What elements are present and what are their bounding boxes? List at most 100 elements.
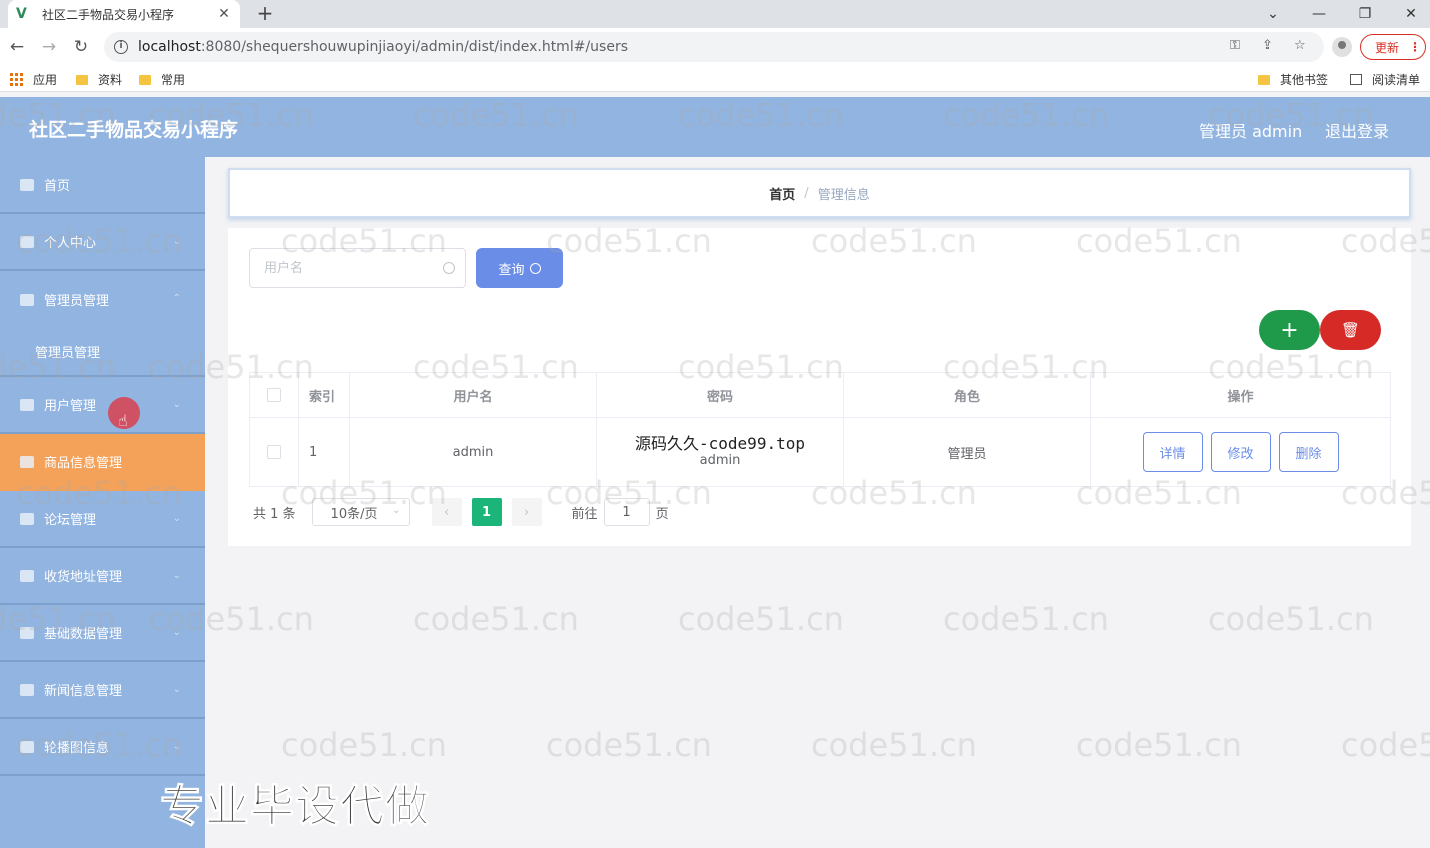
share-icon[interactable]: ⇪ <box>1262 38 1273 53</box>
column-header-index: 索引 <box>299 373 350 417</box>
checkbox[interactable] <box>267 388 281 402</box>
chevron-down-icon: ⌄ <box>172 513 181 524</box>
query-button[interactable]: 查询 <box>476 248 563 288</box>
briefcase-icon <box>20 293 34 306</box>
column-header-password: 密码 <box>597 373 844 417</box>
folder-icon <box>139 74 151 85</box>
cell-role: 管理员 <box>844 418 1091 486</box>
table-row: 1 admin 源码久久-code99.top admin 管理员 详情 修改 … <box>250 418 1390 486</box>
edit-button[interactable]: 修改 <box>1210 432 1271 472</box>
header-select-all[interactable] <box>250 373 299 417</box>
chevron-down-icon: ⌄ <box>172 399 181 410</box>
watermark: code51.cn <box>1208 600 1374 638</box>
chevron-down-icon: ⌄ <box>172 741 181 752</box>
search-icon <box>529 262 541 274</box>
cell-actions: 详情 修改 删除 <box>1091 418 1390 486</box>
batch-delete-button[interactable]: 🗑 <box>1320 310 1381 350</box>
logout-link[interactable]: 退出登录 <box>1325 118 1389 142</box>
reading-list[interactable]: 阅读清单 <box>1350 71 1420 88</box>
next-page-button[interactable]: › <box>511 498 542 526</box>
power-icon <box>20 683 34 696</box>
watermark: code51.cn <box>413 600 579 638</box>
user-icon <box>20 455 34 468</box>
content-card: 查询 + 🗑 索引 用户名 密码 角色 操作 1 admin 源码久久-code… <box>228 228 1411 546</box>
search-field[interactable] <box>249 248 466 288</box>
bookmark-star-icon[interactable]: ☆ <box>1294 38 1306 53</box>
search-icon <box>443 262 455 274</box>
sidebar-item-goods[interactable]: 商品信息管理 <box>0 434 205 491</box>
hand-cursor-icon: ☝ <box>118 411 128 430</box>
tab-title: 社区二手物品交易小程序 <box>42 7 175 22</box>
sidebar-item-carousel[interactable]: 轮播图信息 ⌄ <box>0 719 205 776</box>
watermark: code51.cn <box>1076 726 1242 764</box>
app-header: 社区二手物品交易小程序 管理员 admin 退出登录 <box>0 97 1430 157</box>
bookmark-folder[interactable]: 常用 <box>139 71 185 88</box>
sidebar-item-admin[interactable]: 管理员管理 ⌃ <box>0 271 205 328</box>
breadcrumb-separator: / <box>804 185 809 201</box>
new-tab-icon[interactable]: + <box>254 2 276 24</box>
vue-logo-icon: V <box>16 6 27 22</box>
tab-search-icon[interactable]: ⌄ <box>1250 0 1296 28</box>
watermark: code51.cn <box>943 600 1109 638</box>
bookmark-folder[interactable]: 资料 <box>76 71 122 88</box>
reading-list-icon <box>1350 74 1362 85</box>
delete-button[interactable]: 删除 <box>1278 432 1339 472</box>
sidebar-subitem-admin[interactable]: 管理员管理 <box>0 327 205 377</box>
checkbox[interactable] <box>267 445 281 459</box>
app-title: 社区二手物品交易小程序 <box>29 119 239 141</box>
sidebar-item-home[interactable]: 首页 <box>0 157 205 214</box>
watermark: code51.cn <box>1341 726 1430 764</box>
row-select[interactable] <box>250 418 299 486</box>
browser-tab[interactable]: V 社区二手物品交易小程序 ✕ <box>8 0 240 28</box>
back-icon[interactable]: ← <box>6 36 28 58</box>
url-text: localhost:8080/shequershouwupinjiaoyi/ad… <box>138 39 628 55</box>
watermark: code51.cn <box>546 726 712 764</box>
chevron-down-icon: ⌄ <box>392 505 401 516</box>
breadcrumb-home[interactable]: 首页 <box>769 184 795 203</box>
watermark: code51.cn <box>281 726 447 764</box>
address-bar[interactable]: i localhost:8080/shequershouwupinjiaoyi/… <box>104 32 1324 62</box>
apps-grid-icon <box>10 73 23 86</box>
cell-username: admin <box>350 418 597 486</box>
cell-password: 源码久久-code99.top admin <box>597 418 844 486</box>
bookmark-other[interactable]: 其他书签 <box>1258 71 1328 88</box>
breadcrumb: 首页 / 管理信息 <box>228 168 1411 218</box>
sidebar-item-news[interactable]: 新闻信息管理 ⌄ <box>0 662 205 719</box>
prev-page-button[interactable]: ‹ <box>431 498 462 526</box>
browser-tabbar: V 社区二手物品交易小程序 ✕ + ⌄ — ❐ ✕ <box>0 0 1430 28</box>
list-icon <box>20 512 34 525</box>
table-header-row: 索引 用户名 密码 角色 操作 <box>250 373 1390 418</box>
pagination: 共 1 条 10条/页 ⌄ ‹ 1 › 前往 1 页 <box>253 498 669 526</box>
bookmark-apps[interactable]: 应用 <box>10 71 57 88</box>
sidebar-item-forum[interactable]: 论坛管理 ⌄ <box>0 491 205 548</box>
home-icon <box>20 178 34 191</box>
close-tab-icon[interactable]: ✕ <box>216 6 232 22</box>
reload-icon[interactable]: ↻ <box>70 36 92 58</box>
update-button[interactable]: 更新 ⋮ <box>1360 34 1426 60</box>
restore-icon[interactable]: ❐ <box>1342 0 1388 28</box>
users-icon <box>20 398 34 411</box>
site-info-icon[interactable]: i <box>114 40 128 54</box>
key-icon[interactable]: ⚿ <box>1230 38 1240 53</box>
detail-button[interactable]: 详情 <box>1142 432 1203 472</box>
promo-overlay-text: 专业毕设代做 <box>160 781 430 833</box>
sidebar-item-profile[interactable]: 个人中心 ⌄ <box>0 214 205 271</box>
grid-icon <box>20 569 34 582</box>
folder-icon <box>76 74 88 85</box>
close-window-icon[interactable]: ✕ <box>1388 0 1430 28</box>
page-suffix: 页 <box>655 506 669 522</box>
page-size-select[interactable]: 10条/页 ⌄ <box>311 498 410 526</box>
username-search-input[interactable] <box>264 260 434 276</box>
password-value: admin <box>699 453 741 468</box>
forward-icon[interactable]: → <box>38 36 60 58</box>
sidebar-item-users[interactable]: 用户管理 ⌄ <box>0 377 205 434</box>
minimize-icon[interactable]: — <box>1296 0 1342 28</box>
profile-avatar[interactable] <box>1332 37 1352 57</box>
sidebar-item-basedata[interactable]: 基础数据管理 ⌄ <box>0 605 205 662</box>
sidebar-item-address[interactable]: 收货地址管理 ⌄ <box>0 548 205 605</box>
goto-page-input[interactable]: 1 <box>603 498 650 526</box>
bookmarks-bar: 应用 资料 常用 其他书签 阅读清单 <box>0 66 1430 92</box>
browser-toolbar: ← → ↻ i localhost:8080/shequershouwupinj… <box>0 28 1430 66</box>
page-number-button[interactable]: 1 <box>471 498 502 526</box>
add-button[interactable]: + <box>1259 310 1320 350</box>
